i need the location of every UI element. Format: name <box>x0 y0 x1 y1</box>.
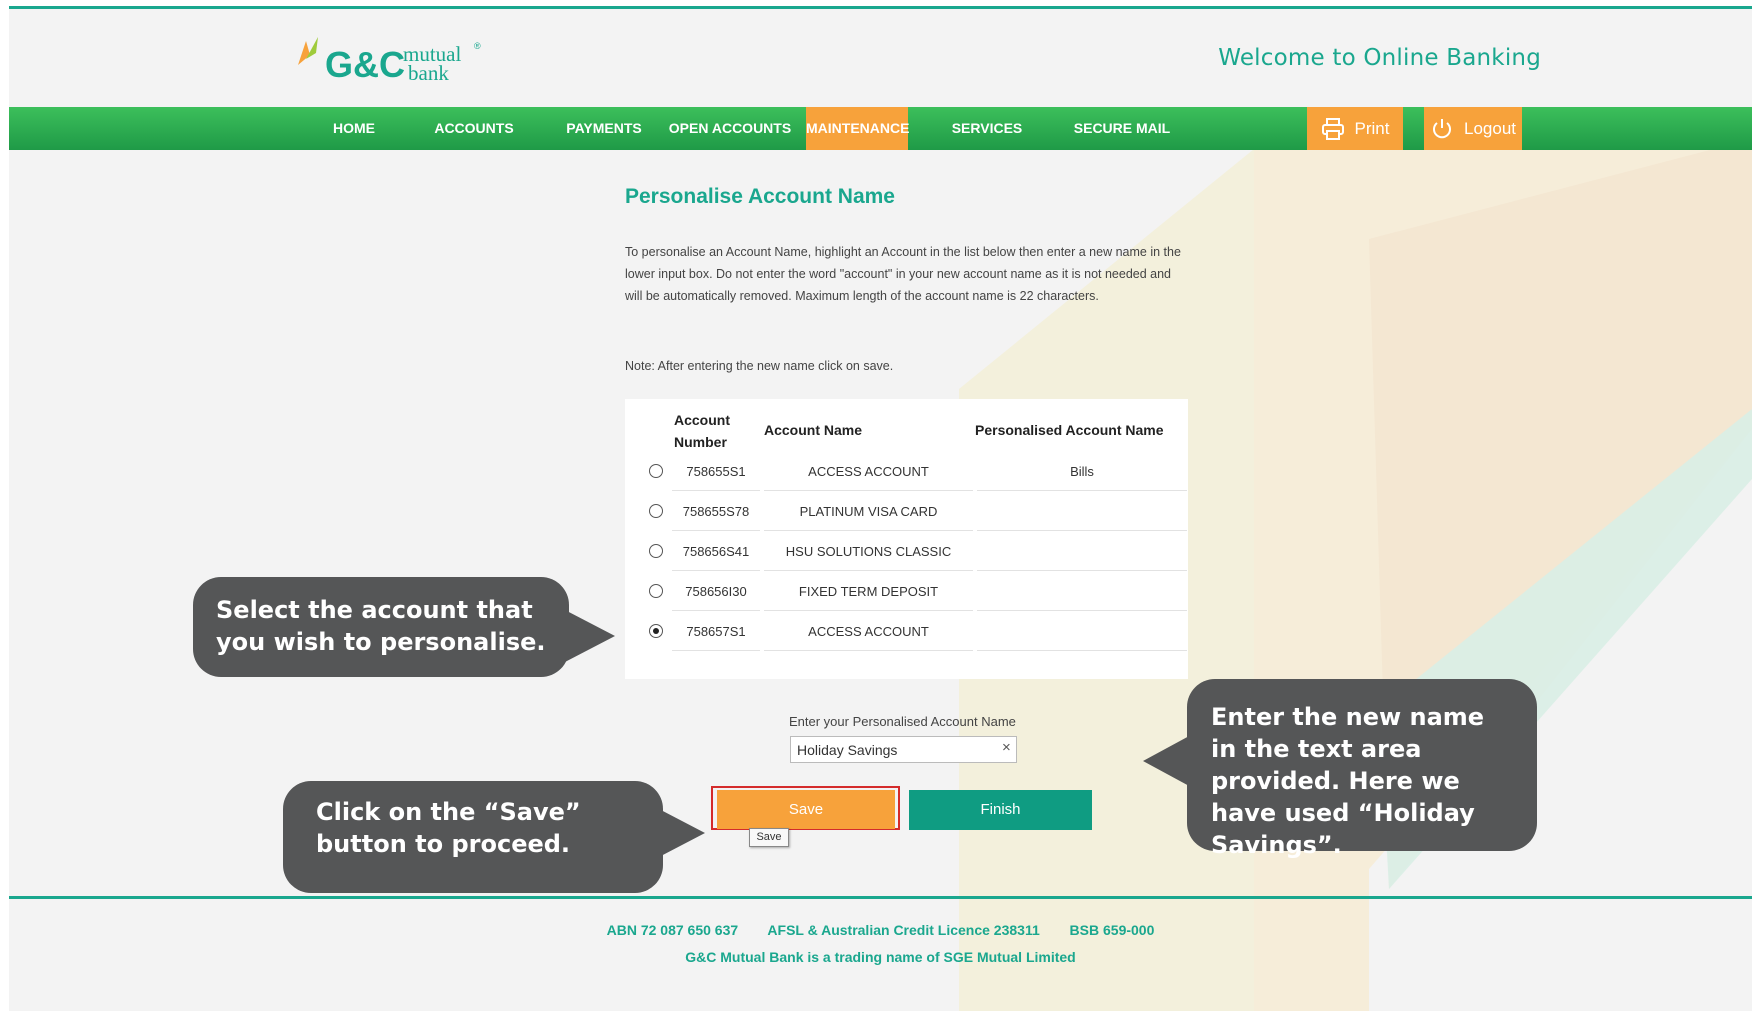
cell-account-name: FIXED TERM DEPOSIT <box>764 573 973 611</box>
instructions-text: To personalise an Account Name, highligh… <box>625 245 1181 303</box>
nav-payments[interactable]: PAYMENTS <box>557 107 651 150</box>
personalised-name-input[interactable] <box>790 736 1017 763</box>
site-header: G&C mutual bank ® Welcome to Online Bank… <box>9 9 1752 107</box>
clear-icon[interactable]: × <box>1002 739 1011 756</box>
nav-services[interactable]: SERVICES <box>944 107 1030 150</box>
table-row[interactable]: 758657S1 ACCESS ACCOUNT <box>625 613 1188 653</box>
footer-trading-name: G&C Mutual Bank is a trading name of SGE… <box>685 949 1076 965</box>
save-button[interactable]: Save <box>717 790 895 829</box>
callout-click-save: Click on the “Save” button to proceed. <box>283 781 663 893</box>
cell-personalised-name <box>977 493 1187 531</box>
callout-enter-pointer <box>1143 735 1191 787</box>
save-tooltip: Save <box>749 828 789 847</box>
finish-button[interactable]: Finish <box>909 790 1092 830</box>
table-row[interactable]: 758656S41 HSU SOLUTIONS CLASSIC <box>625 533 1188 573</box>
footer-bsb: BSB 659-000 <box>1069 922 1155 938</box>
cell-account-name: ACCESS ACCOUNT <box>764 613 973 651</box>
callout-save-text: Click on the “Save” button to proceed. <box>316 798 581 858</box>
logout-label: Logout <box>1464 118 1516 138</box>
cell-personalised-name <box>977 533 1187 571</box>
gc-mutual-bank-logo[interactable]: G&C mutual bank ® <box>296 29 486 89</box>
cell-account-name: ACCESS ACCOUNT <box>764 453 973 491</box>
header-personalised-name: Personalised Account Name <box>975 422 1164 438</box>
cell-account-number: 758656I30 <box>672 573 760 611</box>
callout-select-pointer <box>565 610 615 662</box>
cell-account-name: HSU SOLUTIONS CLASSIC <box>764 533 973 571</box>
main-nav: HOME ACCOUNTS PAYMENTS OPEN ACCOUNTS MAI… <box>9 107 1752 150</box>
cell-account-number: 758656S41 <box>672 533 760 571</box>
logout-button[interactable]: Logout <box>1424 107 1522 150</box>
table-row[interactable]: 758655S1 ACCESS ACCOUNT Bills <box>625 453 1188 493</box>
nav-home[interactable]: HOME <box>314 107 394 150</box>
callout-enter-name: Enter the new name in the text area prov… <box>1187 679 1537 859</box>
input-label: Enter your Personalised Account Name <box>789 714 1016 729</box>
nav-open-accounts[interactable]: OPEN ACCOUNTS <box>667 107 793 150</box>
print-label: Print <box>1354 118 1390 138</box>
note-text: Note: After entering the new name click … <box>625 359 894 373</box>
cell-account-number: 758655S1 <box>672 453 760 491</box>
accounts-table: Account Number Account Name Personalised… <box>625 399 1188 679</box>
callout-select-text: Select the account that you wish to pers… <box>216 596 546 656</box>
header-account-number: Account Number <box>674 412 730 450</box>
leaf-icon <box>298 37 318 65</box>
callout-save-pointer <box>659 809 705 857</box>
cell-account-name: PLATINUM VISA CARD <box>764 493 973 531</box>
header-account-name: Account Name <box>764 422 863 438</box>
printer-icon <box>1321 117 1344 140</box>
cell-personalised-name <box>977 573 1187 611</box>
nav-accounts[interactable]: ACCOUNTS <box>427 107 521 150</box>
callout-enter-text: Enter the new name in the text area prov… <box>1211 703 1485 859</box>
callout-select-account: Select the account that you wish to pers… <box>193 577 569 677</box>
cell-account-number: 758655S78 <box>672 493 760 531</box>
print-button[interactable]: Print <box>1307 107 1403 150</box>
footer-licence-line: ABN 72 087 650 637 AFSL & Australian Cre… <box>9 922 1752 938</box>
cell-personalised-name: Bills <box>977 453 1187 491</box>
account-radio[interactable] <box>649 464 663 478</box>
cell-personalised-name <box>977 613 1187 651</box>
account-radio[interactable] <box>649 544 663 558</box>
page-title: Personalise Account Name <box>625 185 895 208</box>
page-frame: G&C mutual bank ® Welcome to Online Bank… <box>9 6 1752 1011</box>
footer-afsl: AFSL & Australian Credit Licence 238311 <box>767 922 1040 938</box>
logo-gc: G&C <box>325 44 405 85</box>
account-radio[interactable] <box>649 504 663 518</box>
account-radio[interactable] <box>649 584 663 598</box>
footer-divider <box>9 896 1752 899</box>
account-radio-selected[interactable] <box>649 624 663 638</box>
power-icon <box>1433 118 1451 138</box>
logo-bank: bank <box>408 61 449 85</box>
table-row[interactable]: 758656I30 FIXED TERM DEPOSIT <box>625 573 1188 613</box>
footer-abn: ABN 72 087 650 637 <box>606 922 739 938</box>
table-row[interactable]: 758655S78 PLATINUM VISA CARD <box>625 493 1188 533</box>
nav-maintenance[interactable]: MAINTENANCE <box>806 107 909 150</box>
nav-secure-mail[interactable]: SECURE MAIL <box>1064 107 1180 150</box>
cell-account-number: 758657S1 <box>672 613 760 651</box>
welcome-text: Welcome to Online Banking <box>1218 45 1541 71</box>
registered-mark: ® <box>474 41 481 51</box>
